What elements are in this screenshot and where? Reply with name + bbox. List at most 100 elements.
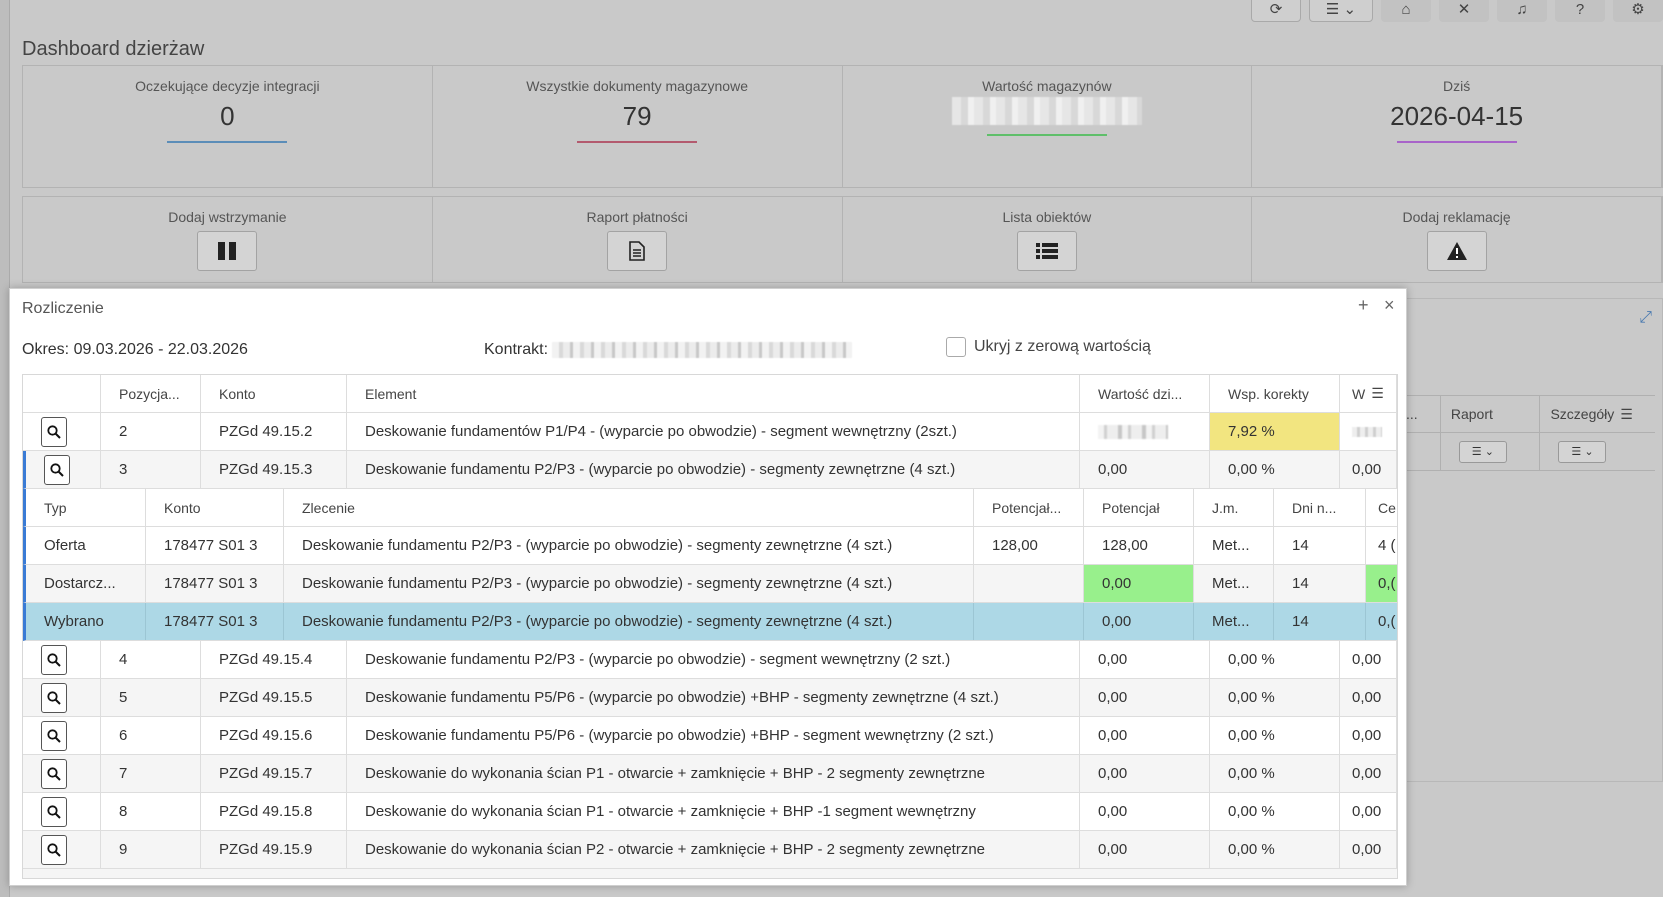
search-button[interactable] [41, 758, 67, 789]
object-list-button[interactable] [1016, 231, 1077, 271]
contract-value-blurred [552, 342, 853, 358]
close-icon[interactable]: × [1384, 295, 1395, 316]
cell-element: Deskowanie fundamentu P5/P6 - (wyparcie … [347, 679, 1080, 716]
subgrid-row[interactable]: Oferta 178477 S01 3 Deskowanie fundament… [23, 527, 1397, 565]
table-row-expanded[interactable]: 3 PZGd 49.15.3 Deskowanie fundamentu P2/… [23, 451, 1397, 489]
column-header-type[interactable]: Typ [26, 489, 146, 526]
column-header-value[interactable]: Wartość dzi... [1080, 375, 1210, 412]
maximize-icon[interactable]: + [1358, 295, 1369, 316]
background-panel: ⤢ [1395, 298, 1663, 782]
gear-icon[interactable]: ⚙ [1613, 0, 1663, 22]
table-row[interactable]: 7 PZGd 49.15.7 Deskowanie do wykonania ś… [23, 755, 1397, 793]
search-button[interactable] [41, 720, 67, 751]
table-row[interactable]: 9 PZGd 49.15.9 Deskowanie do wykonania ś… [23, 831, 1397, 869]
cell-position: 2 [101, 413, 201, 450]
cell-w: 0,00 [1340, 679, 1397, 716]
cell-position: 9 [101, 831, 201, 868]
hide-zero-label: Ukryj z zerową wartością [974, 338, 1151, 355]
table-row[interactable]: 5 PZGd 49.15.5 Deskowanie fundamentu P5/… [23, 679, 1397, 717]
top-toolbar: ⟳ ☰ ⌄ ⌂ ✕ ♫ ? ⚙ [1251, 0, 1663, 22]
cell-w: 0,00 [1340, 831, 1397, 868]
add-hold-button[interactable] [197, 231, 258, 271]
search-button[interactable] [41, 796, 67, 827]
details-menu-button[interactable]: ☰ ⌄ [1558, 440, 1607, 463]
column-header [23, 375, 101, 412]
cell-correction: 0,00 % [1210, 793, 1340, 830]
table-row[interactable]: 2 PZGd 49.15.2 Deskowanie fundamentów P1… [23, 413, 1397, 451]
home-icon[interactable]: ⌂ [1381, 0, 1431, 22]
cell-potential-2: 128,00 [1084, 527, 1194, 564]
warning-icon [1446, 242, 1467, 260]
column-menu-icon[interactable]: ☰ [1620, 406, 1633, 423]
table-row[interactable]: 8 PZGd 49.15.8 Deskowanie do wykonania ś… [23, 793, 1397, 831]
hide-zero-toggle[interactable]: Ukryj z zerową wartością [946, 337, 1151, 357]
cell-price: 0,( [1366, 603, 1397, 640]
cell-unit: Met... [1194, 603, 1274, 640]
table-row[interactable]: 4 PZGd 49.15.4 Deskowanie fundamentu P2/… [23, 641, 1397, 679]
page-title: Dashboard dzierżaw [22, 38, 205, 60]
column-header-unit[interactable]: J.m. [1194, 489, 1274, 526]
column-header-account[interactable]: Konto [201, 375, 347, 412]
search-button[interactable] [41, 682, 67, 713]
cell-price: 4 ( [1366, 527, 1397, 564]
cell-account: PZGd 49.15.3 [201, 451, 347, 488]
tile-label: Dziś [1443, 78, 1471, 94]
menu-dropdown-icon[interactable]: ☰ ⌄ [1309, 0, 1373, 22]
tile-value: 2026-04-15 [1390, 101, 1524, 131]
column-header-position[interactable]: Pozycja... [101, 375, 201, 412]
cell-value: 0,00 [1080, 831, 1210, 868]
cell-order: Deskowanie fundamentu P2/P3 - (wyparcie … [284, 527, 974, 564]
subgrid-row[interactable]: Dostarcz... 178477 S01 3 Deskowanie fund… [23, 565, 1397, 603]
hide-zero-checkbox[interactable] [946, 337, 966, 357]
tile-label: Wartość magazynów [982, 78, 1112, 94]
search-button[interactable] [41, 644, 67, 675]
expand-icon[interactable]: ⤢ [1639, 309, 1652, 327]
action-tiles: Dodaj wstrzymanie Raport płatności Lista… [22, 196, 1663, 283]
background-table-row: ☰ ⌄ ☰ ⌄ [1396, 433, 1655, 471]
cell-value: 0,00 [1080, 679, 1210, 716]
cell-account: PZGd 49.15.7 [201, 755, 347, 792]
column-header-order[interactable]: Zlecenie [284, 489, 974, 526]
column-header-account[interactable]: Konto [146, 489, 284, 526]
subgrid-row-selected[interactable]: Wybrano 178477 S01 3 Deskowanie fundamen… [23, 603, 1397, 641]
background-table: ... Raport Szczegóły ☰ ☰ ⌄ ☰ ⌄ [1395, 395, 1655, 471]
table-row[interactable]: 6 PZGd 49.15.6 Deskowanie fundamentu P5/… [23, 717, 1397, 755]
column-header-correction[interactable]: Wsp. korekty [1210, 375, 1340, 412]
cell-correction: 7,92 % [1210, 413, 1340, 450]
tools-icon[interactable]: ✕ [1439, 0, 1489, 22]
search-button[interactable] [41, 834, 67, 865]
settlement-grid: Pozycja... Konto Element Wartość dzi... … [22, 374, 1398, 879]
period-label: Okres: 09.03.2026 - 22.03.2026 [22, 341, 248, 358]
list-icon [1035, 243, 1058, 259]
report-menu-button[interactable]: ☰ ⌄ [1458, 440, 1507, 463]
search-button[interactable] [41, 416, 67, 447]
search-icon [47, 424, 61, 439]
table-row-partial [23, 869, 1397, 878]
column-header-label: W [1352, 385, 1366, 402]
grid-header: Pozycja... Konto Element Wartość dzi... … [23, 375, 1397, 413]
contract-field: Kontrakt: [484, 341, 853, 359]
cell-potential-2: 0,00 [1084, 603, 1194, 640]
cell-account: PZGd 49.15.4 [201, 641, 347, 678]
cell-value: 0,00 [1080, 641, 1210, 678]
column-header-days[interactable]: Dni n... [1274, 489, 1366, 526]
payment-report-button[interactable] [607, 231, 668, 271]
column-menu-icon[interactable]: ☰ [1371, 385, 1384, 402]
search-button[interactable] [44, 454, 70, 485]
blurred-value [1352, 426, 1382, 437]
column-header-potential-2[interactable]: Potencjał [1084, 489, 1194, 526]
column-header-potential-1[interactable]: Potencjał... [974, 489, 1084, 526]
column-header-element[interactable]: Element [347, 375, 1080, 412]
stat-tiles: Oczekujące decyzje integracji 0 Wszystki… [22, 65, 1663, 188]
column-header-price[interactable]: Ce [1366, 489, 1397, 526]
refresh-icon[interactable]: ⟳ [1251, 0, 1301, 22]
column-header: Szczegóły ☰ [1540, 396, 1655, 432]
add-complaint-button[interactable] [1426, 231, 1487, 271]
help-icon[interactable]: ? [1555, 0, 1605, 22]
bell-icon[interactable]: ♫ [1497, 0, 1547, 22]
column-header-w[interactable]: W ☰ [1340, 375, 1397, 412]
cell-element: Deskowanie fundamentu P2/P3 - (wyparcie … [347, 641, 1080, 678]
cell-correction: 0,00 % [1210, 831, 1340, 868]
cell-element: Deskowanie fundamentu P2/P3 - (wyparcie … [347, 451, 1080, 488]
settlement-dialog: Rozliczenie + × Okres: 09.03.2026 - 22.0… [9, 288, 1407, 886]
